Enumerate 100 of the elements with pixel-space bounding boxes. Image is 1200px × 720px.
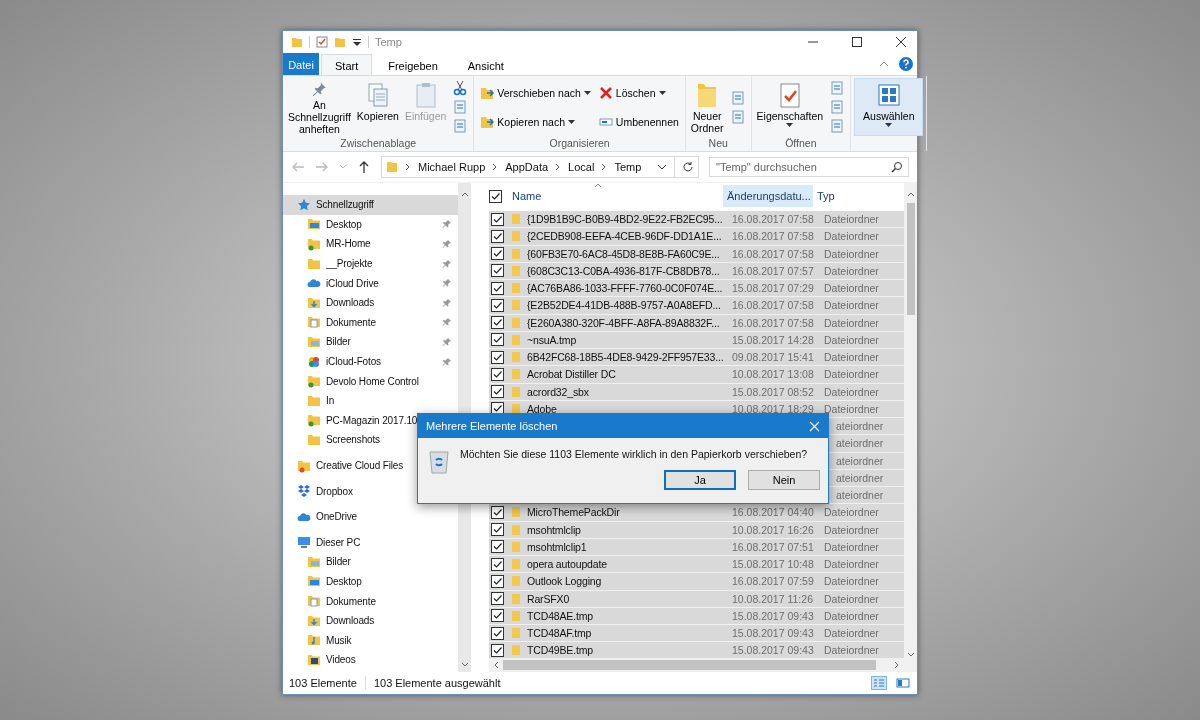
scroll-left-icon[interactable] (493, 661, 499, 669)
nav-item[interactable]: OneDrive (283, 506, 458, 527)
nav-item[interactable]: Desktop (283, 214, 458, 235)
checkbox[interactable] (491, 505, 504, 519)
column-header[interactable]: Typ (813, 185, 839, 207)
ribbon-button[interactable]: An Schnellzugriff anheften (286, 78, 353, 136)
checkbox[interactable] (491, 350, 504, 364)
dialog-button[interactable]: Ja (664, 470, 736, 490)
ribbon-tab[interactable]: Freigeben (374, 54, 452, 76)
nav-item[interactable]: In (283, 390, 458, 411)
nav-item[interactable]: Devolo Home Control (283, 371, 458, 391)
checkbox[interactable] (491, 557, 504, 571)
file-row[interactable]: Outlook Logging 16.08.2017 07:59 Dateiordner (489, 573, 904, 591)
ribbon-tab[interactable]: Start (321, 54, 373, 76)
breadcrumb[interactable]: Local (568, 161, 595, 173)
column-header[interactable]: Name (508, 185, 723, 207)
pin-icon[interactable] (442, 356, 452, 367)
pin-icon[interactable] (442, 297, 452, 308)
pin-icon[interactable] (442, 239, 452, 249)
nav-item[interactable]: MR-Home (283, 234, 458, 254)
scroll-down-icon[interactable] (906, 652, 915, 658)
nav-item[interactable]: __Projekte (283, 253, 458, 274)
checkbox-icon[interactable] (316, 36, 328, 48)
dropdown-icon[interactable] (352, 37, 362, 47)
checkbox[interactable] (491, 316, 504, 330)
checkbox[interactable] (489, 189, 502, 203)
nav-item[interactable]: Bilder (283, 552, 458, 572)
checkbox[interactable] (491, 540, 504, 554)
file-row[interactable]: {2CEDB908-EEFA-4CEB-96DF-DD1A1E... 16.08.2017 07:58 Dateiordner (489, 228, 904, 246)
checkbox[interactable] (491, 229, 504, 243)
nav-item[interactable]: Dieser PC (283, 532, 458, 553)
help-icon[interactable] (899, 57, 913, 71)
close-icon[interactable] (895, 36, 907, 48)
checkbox[interactable] (491, 247, 504, 261)
scrollbar-thumb[interactable] (503, 660, 876, 670)
pin-icon[interactable] (442, 336, 452, 347)
checkbox[interactable] (491, 626, 504, 640)
checkbox[interactable] (491, 643, 504, 657)
scrollbar-thumb[interactable] (906, 203, 915, 315)
nav-item[interactable]: Dropbox (283, 481, 458, 501)
pin-icon[interactable] (442, 317, 452, 328)
nav-item[interactable]: iCloud Drive (283, 273, 458, 293)
ribbon-button[interactable]: Auswählen (854, 78, 924, 136)
checkbox[interactable] (491, 264, 504, 278)
scroll-up-icon[interactable] (906, 191, 915, 197)
checkbox[interactable] (491, 212, 504, 226)
nav-item[interactable]: Schnellzugriff (283, 195, 458, 215)
ribbon-tab[interactable]: Ansicht (453, 54, 518, 76)
scroll-down-icon[interactable] (460, 662, 469, 668)
ribbon-button[interactable]: Verschieben nach (477, 80, 594, 105)
nav-item[interactable]: Videos (283, 650, 458, 670)
nav-item[interactable]: Desktop (283, 571, 458, 592)
nav-item[interactable]: Screenshots (283, 430, 458, 450)
maximize-icon[interactable] (851, 36, 863, 48)
pin-icon[interactable] (442, 278, 452, 289)
file-row[interactable]: opera autoupdate 15.08.2017 10:48 Dateiordner (489, 556, 904, 574)
checkbox[interactable] (491, 609, 504, 623)
up-arrow-icon[interactable] (357, 160, 371, 174)
pin-icon[interactable] (442, 219, 452, 230)
column-header[interactable]: Änderungsdatu... (723, 185, 813, 207)
checkbox[interactable] (491, 298, 504, 312)
nav-item[interactable]: Downloads (283, 610, 458, 631)
nav-item[interactable]: Dokumente (283, 591, 458, 611)
scroll-right-icon[interactable] (894, 661, 900, 669)
checkbox[interactable] (491, 523, 504, 537)
ribbon-button[interactable]: Neuer Ordner (688, 78, 726, 136)
scissors-icon[interactable] (452, 80, 469, 96)
pin-icon[interactable] (442, 258, 452, 269)
file-row[interactable]: {1D9B1B9C-B0B9-4BD2-9E22-FB2EC95... 16.08.2017 07:58 Dateiordner (489, 211, 904, 229)
tiles-view-icon[interactable] (895, 676, 911, 690)
scroll-up-icon[interactable] (460, 191, 469, 197)
file-tab[interactable]: Datei (283, 53, 319, 75)
search-field[interactable]: "Temp" durchsuchen (709, 157, 909, 177)
dialog-button[interactable]: Nein (748, 470, 820, 490)
file-row[interactable]: {E2B52DE4-41DB-488B-9757-A0A8EFD... 16.08.2017 07:58 Dateiordner (489, 297, 904, 315)
nav-item[interactable]: Dokumente (283, 312, 458, 333)
ribbon-button[interactable]: Umbenennen (595, 109, 682, 134)
checkbox[interactable] (491, 281, 504, 295)
collapse-icon[interactable] (879, 60, 889, 68)
file-row[interactable]: Acrobat Distiller DC 10.08.2017 13:08 Dateiordner (489, 366, 904, 384)
file-row[interactable]: MicroThemePackDir 16.08.2017 04:40 Dateiordner (489, 504, 904, 522)
nav-item[interactable]: Creative Cloud Files (283, 455, 458, 476)
breadcrumb[interactable]: Michael Rupp (418, 161, 486, 173)
checkbox[interactable] (491, 367, 504, 381)
ribbon-button[interactable]: Löschen (595, 80, 682, 105)
checkbox[interactable] (491, 385, 504, 399)
breadcrumb[interactable]: Temp (614, 161, 642, 173)
nav-item[interactable]: Downloads (283, 292, 458, 313)
checkbox[interactable] (491, 574, 504, 588)
address-field[interactable]: Michael Rupp AppData Local Temp (381, 156, 699, 178)
ribbon-button[interactable]: Kopieren (354, 78, 401, 136)
nav-item[interactable]: Bilder (283, 332, 458, 352)
ribbon-button[interactable]: Kopieren nach (477, 109, 594, 134)
ribbon-button[interactable]: Eigenschaften (754, 78, 826, 136)
checkbox[interactable] (491, 333, 504, 347)
nav-item[interactable]: Musik (283, 630, 458, 651)
dropdown-icon[interactable] (657, 163, 667, 171)
file-row[interactable]: TCD48AF.tmp 15.08.2017 09:43 Dateiordner (489, 625, 904, 643)
file-row[interactable]: {AC76BA86-1033-FFFF-7760-0C0F074E... 15.08.2017 07:29 Dateiordner (489, 280, 904, 298)
breadcrumb[interactable]: AppData (505, 161, 549, 173)
